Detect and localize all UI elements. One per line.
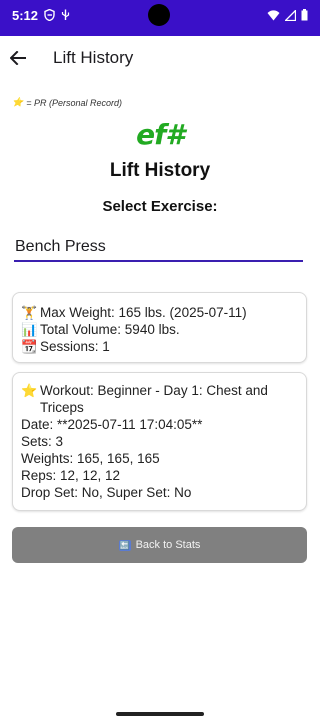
total-volume-row: 📊 Total Volume: 5940 lbs. — [21, 321, 298, 338]
back-arrow-icon: 🔙 — [118, 539, 131, 551]
star-icon: ⭐ — [12, 97, 24, 107]
back-button[interactable] — [6, 46, 30, 70]
workout-card: ⭐ Workout: Beginner - Day 1: Chest and T… — [12, 372, 307, 511]
dumbbell-icon: 🏋 — [21, 305, 38, 320]
total-volume-text: Total Volume: 5940 lbs. — [40, 322, 180, 337]
status-icons-right — [267, 9, 308, 21]
back-to-stats-button[interactable]: 🔙 Back to Stats — [12, 527, 307, 563]
stats-card: 🏋 Max Weight: 165 lbs. (2025-07-11) 📊 To… — [12, 292, 307, 363]
signal-icon — [285, 9, 296, 21]
app-bar: Lift History — [0, 36, 320, 82]
workout-title: Workout: Beginner - Day 1: Chest and Tri… — [40, 383, 268, 415]
arrow-left-icon — [10, 51, 26, 65]
wifi-icon — [267, 9, 280, 20]
navigation-handle[interactable] — [116, 712, 204, 716]
workout-flags: Drop Set: No, Super Set: No — [21, 485, 192, 500]
workout-weights: Weights: 165, 165, 165 — [21, 451, 160, 466]
page-title: Lift History — [109, 160, 211, 181]
shield-icon — [44, 9, 55, 21]
workout-title-row: ⭐ Workout: Beginner - Day 1: Chest and T… — [21, 382, 298, 416]
status-bar: 5:12 — [0, 0, 320, 36]
sessions-text: Sessions: 1 — [40, 339, 110, 354]
max-weight-text: Max Weight: 165 lbs. (2025-07-11) — [40, 305, 247, 320]
workout-reps: Reps: 12, 12, 12 — [21, 468, 121, 483]
select-exercise-label: Select Exercise: — [102, 198, 218, 215]
battery-icon — [301, 9, 308, 21]
workout-sets: Sets: 3 — [21, 434, 64, 449]
pr-legend: ⭐ = PR (Personal Record) — [12, 97, 122, 108]
back-to-stats-label: Back to Stats — [135, 539, 201, 551]
camera-cutout — [148, 4, 170, 26]
max-weight-row: 🏋 Max Weight: 165 lbs. (2025-07-11) — [21, 304, 298, 321]
bar-chart-icon: 📊 — [21, 322, 38, 337]
status-icons-left — [44, 9, 70, 21]
logo-text: ef# — [136, 118, 185, 151]
star-icon: ⭐ — [21, 383, 38, 398]
app-logo: ef# — [0, 118, 320, 151]
sessions-row: 📆 Sessions: 1 — [21, 338, 298, 355]
exercise-input[interactable] — [14, 234, 303, 262]
calendar-icon: 📆 — [21, 339, 38, 354]
app-bar-title: Lift History — [53, 48, 134, 67]
pr-legend-text: = PR (Personal Record) — [26, 97, 123, 108]
usb-icon — [61, 9, 70, 20]
workout-date: Date: **2025-07-11 17:04:05** — [21, 417, 203, 432]
status-time: 5:12 — [12, 8, 39, 23]
